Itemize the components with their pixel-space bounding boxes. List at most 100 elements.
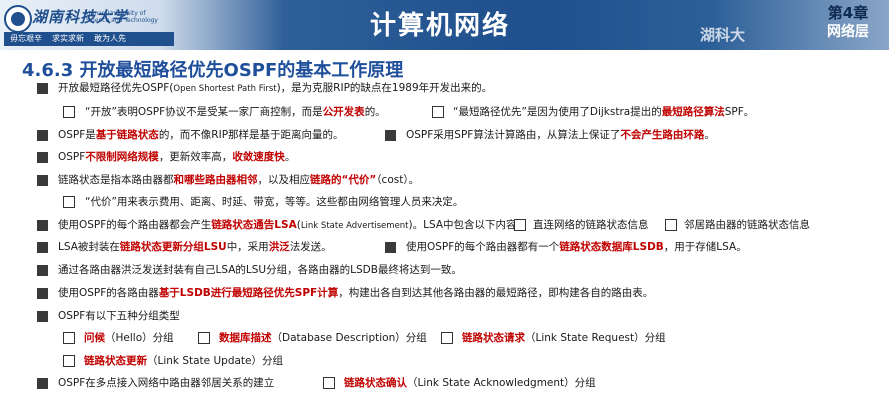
text-part: 使用OSPF的每个路由器都有一个	[406, 241, 560, 253]
motto-item: 求实求新	[52, 34, 84, 43]
checkbox-icon	[63, 355, 75, 367]
bullet-square-icon	[37, 220, 48, 231]
text-part: 使用OSPF的每个路由器都会产生	[58, 219, 212, 231]
text-part: （Link State Acknowledgment）分组	[407, 377, 596, 389]
watermark-text: 湖科大	[700, 26, 746, 44]
sub-bullet-text: “开放”表明OSPF协议不是受某一家厂商控制，而是公开发表的。	[85, 102, 386, 122]
bullet-square-icon	[37, 311, 48, 322]
highlight-text: 链路的“代价”	[310, 174, 377, 186]
highlight-text: 不会产生路由环路	[620, 129, 705, 141]
bullet-text: 开放最短路径优先OSPF(Open Shortest Path First)，是…	[58, 78, 492, 99]
bullet-text: OSPF有以下五种分组类型	[58, 310, 180, 322]
bullet-square-icon	[37, 378, 48, 389]
school-motto: 毋忘艰辛 求实求新 敢为人先	[4, 32, 174, 46]
highlight-text: 最短路径算法	[661, 106, 725, 118]
bullet-square-icon	[37, 242, 48, 253]
checkbox-icon	[63, 196, 75, 208]
text-part: 使用OSPF的各路由器	[58, 287, 159, 299]
checkbox-icon	[63, 106, 75, 118]
bullet-text: 使用OSPF的各路由器基于LSDB进行最短路径优先SPF计算，构建出各自到达其他…	[58, 283, 653, 303]
text-part: （Database Description）分组	[271, 332, 427, 344]
highlight-text: 链路状态通告LSA	[211, 219, 297, 231]
bullet-text: OSPF采用SPF算法计算路由，从算法上保证了不会产生路由环路。	[406, 125, 715, 145]
bullet-text: LSA被封装在链路状态更新分组LSU中，采用洪泛法发送。	[58, 237, 332, 257]
course-title: 计算机网络	[370, 11, 511, 41]
bullet-text: OSPF是基于链路状态的，而不像RIP那样是基于距离向量的。	[58, 125, 344, 145]
bullet-square-icon	[385, 130, 396, 141]
text-part: 中，采用	[226, 241, 269, 253]
text-part: 的，而不像RIP那样是基于距离向量的。	[158, 129, 344, 141]
text-part: ，以及相应	[257, 174, 311, 186]
bullet-text: 链路状态是指本路由器都和哪些路由器相邻，以及相应链路的“代价”（cost）。	[58, 170, 419, 190]
text-part: 。	[704, 129, 715, 141]
packet-type: 数据库描述（Database Description）分组	[219, 328, 427, 348]
highlight-text: 不限制网络规模	[85, 151, 159, 163]
highlight-text: 公开发表	[322, 106, 365, 118]
text-part: （Link State Request）分组	[525, 332, 666, 344]
sub-bullet-text: “最短路径优先”是因为使用了Dijkstra提出的最短路径算法SPF。	[453, 102, 754, 122]
text-part: 的。	[364, 106, 386, 118]
bullet-square-icon	[37, 175, 48, 186]
bullet-square-icon	[37, 265, 48, 276]
checkbox-icon	[514, 219, 526, 231]
text-part: 开放最短路径优先OSPF(	[58, 82, 174, 94]
text-part: “开放”表明OSPF协议不是受某一家厂商控制，而是	[85, 106, 323, 118]
highlight-text: 链路状态请求	[462, 332, 525, 344]
checkbox-icon	[432, 106, 444, 118]
text-part: ，用于存储LSA。	[663, 241, 747, 253]
checkbox-icon	[665, 219, 677, 231]
bullet-square-icon	[37, 152, 48, 163]
checkbox-icon	[441, 332, 453, 344]
text-part: ，更新效率高，	[158, 151, 233, 163]
bullet-text: 使用OSPF的每个路由器都有一个链路状态数据库LSDB，用于存储LSA。	[406, 237, 747, 257]
highlight-text: 链路状态确认	[344, 377, 407, 389]
bullet-square-icon	[37, 130, 48, 141]
highlight-text: 问候	[84, 332, 105, 344]
school-english-name: Hunan University of Science and Technolo…	[86, 10, 158, 24]
school-seal-icon	[4, 5, 32, 33]
text-part: Link State Advertisement	[300, 221, 409, 231]
packet-type: 链路状态确认（Link State Acknowledgment）分组	[344, 373, 596, 393]
packet-type: 链路状态请求（Link State Request）分组	[462, 328, 666, 348]
highlight-text: 收敛速度快	[232, 151, 285, 163]
text-part: （cost）。	[376, 174, 420, 186]
sub-bullet-text: “代价”用来表示费用、距离、时延、带宽，等等。这些都由网络管理人员来决定。	[85, 196, 464, 208]
highlight-text: 基于LSDB进行最短路径优先SPF计算	[158, 287, 339, 299]
highlight-text: 链路状态更新分组LSU	[119, 241, 227, 253]
checkbox-icon	[63, 332, 75, 344]
text-part: 法发送。	[289, 241, 332, 253]
sub-bullet-text: 直连网络的链路状态信息	[533, 219, 649, 231]
text-part: （Hello）分组	[105, 332, 174, 344]
text-part: OSPF采用SPF算法计算路由，从算法上保证了	[406, 129, 621, 141]
bullet-text: OSPF不限制网络规模，更新效率高，收敛速度快。	[58, 147, 295, 167]
text-part: )。LSA中包含以下内容：	[408, 219, 528, 231]
text-part: )，是为克服RIP的缺点在1989年开发出来的。	[276, 82, 493, 94]
bullet-square-icon	[37, 83, 48, 94]
text-part: OSPF	[58, 151, 86, 163]
slide-header: 湖南科技大学 Hunan University of Science and T…	[0, 0, 889, 50]
text-part: LSA被封装在	[58, 241, 120, 253]
packet-type: 问候（Hello）分组	[84, 328, 174, 348]
school-logo-area: 湖南科技大学 Hunan University of Science and T…	[0, 0, 175, 50]
highlight-text: 链路状态数据库LSDB	[559, 241, 664, 253]
checkbox-icon	[323, 377, 335, 389]
text-part: SPF。	[724, 106, 755, 118]
bullet-text: 使用OSPF的每个路由器都会产生链路状态通告LSA(Link State Adv…	[58, 215, 527, 236]
chapter-badge: 第4章 网络层	[811, 4, 885, 48]
text-part: （Link State Update）分组	[147, 355, 283, 367]
motto-item: 敢为人先	[94, 34, 126, 43]
chapter-number: 第4章	[827, 4, 869, 22]
highlight-text: 数据库描述	[219, 332, 272, 344]
text-part: “最短路径优先”是因为使用了Dijkstra提出的	[453, 106, 662, 118]
chapter-name: 网络层	[827, 24, 869, 40]
motto-item: 毋忘艰辛	[10, 34, 42, 43]
checkbox-icon	[198, 332, 210, 344]
text-part: Open Shortest Path First	[173, 84, 277, 94]
highlight-text: 基于链路状态	[95, 129, 159, 141]
bullet-text: 通过各路由器洪泛发送封装有自己LSA的LSU分组，各路由器的LSDB最终将达到一…	[58, 264, 462, 276]
packet-type: 链路状态更新（Link State Update）分组	[84, 351, 283, 371]
text-part: 链路状态是指本路由器都	[58, 174, 174, 186]
bullet-text: OSPF在多点接入网络中路由器邻居关系的建立	[58, 377, 275, 389]
text-part: 。	[284, 151, 296, 163]
bullet-square-icon	[37, 288, 48, 299]
